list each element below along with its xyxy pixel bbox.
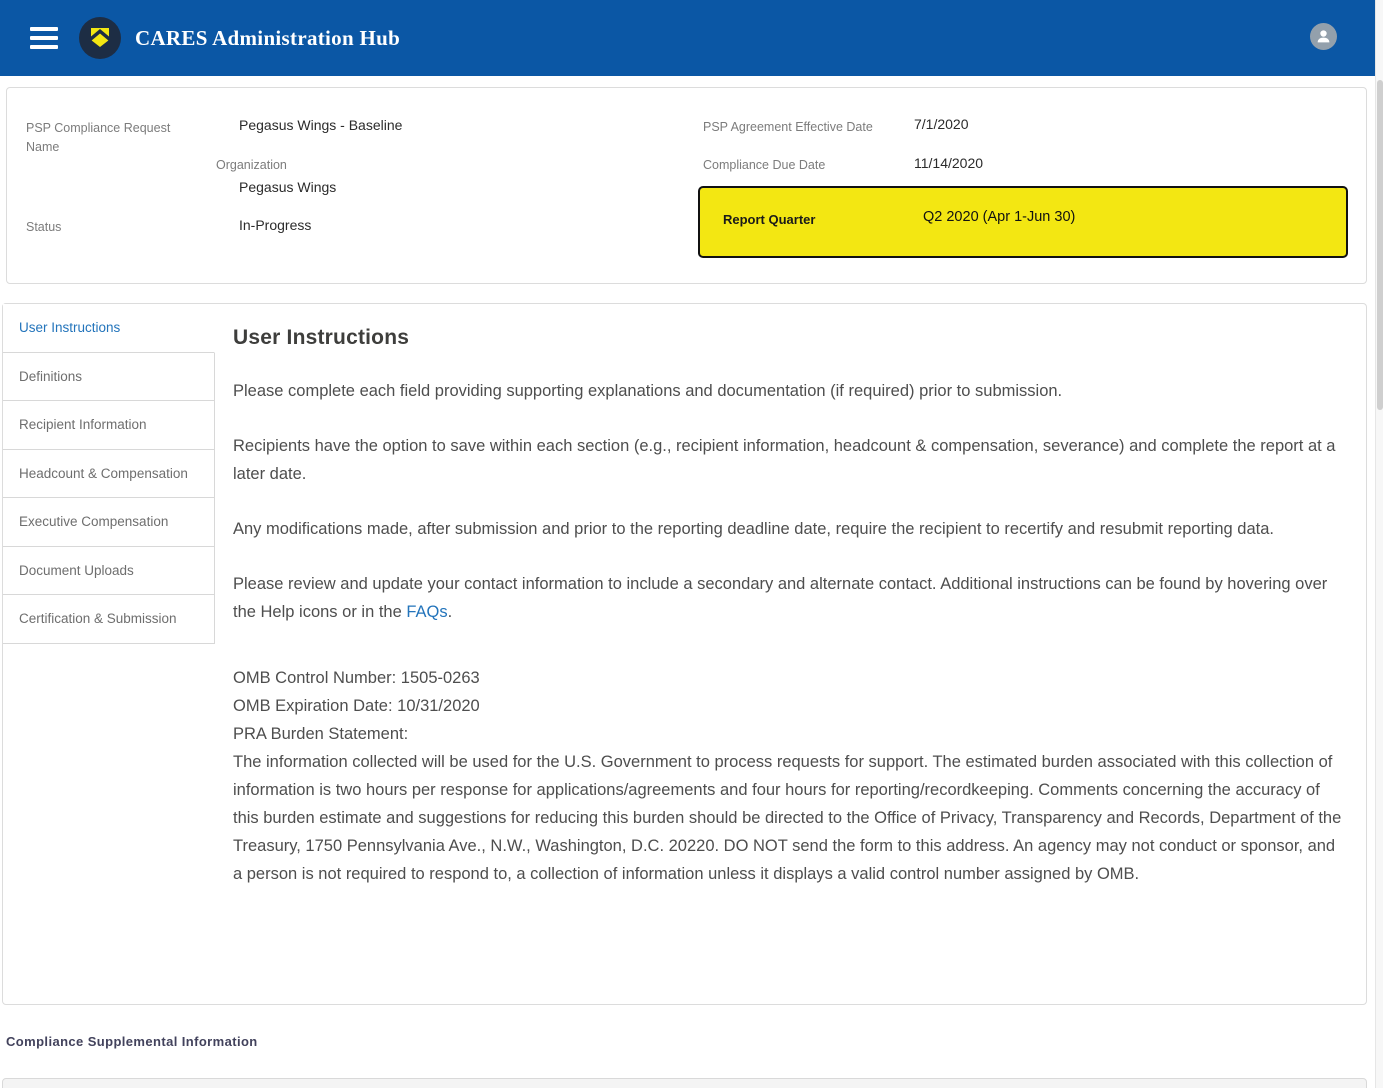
request-name-value: Pegasus Wings - Baseline [239,115,402,135]
request-name-label: PSP Compliance Request Name [26,119,186,157]
app-header: CARES Administration Hub [0,0,1383,76]
user-instructions-content: User Instructions Please complete each f… [215,304,1366,1004]
vertical-scrollbar[interactable] [1375,0,1383,1088]
contact-text-pre: Please review and update your contact in… [233,575,1327,621]
pra-burden-statement-label: PRA Burden Statement: [233,720,1348,748]
report-quarter-highlight: Report Quarter Q2 2020 (Apr 1-Jun 30) [698,186,1348,258]
compliance-supplemental-information-label: Compliance Supplemental Information [6,1034,258,1049]
organization-value: Pegasus Wings [239,177,336,197]
effective-date-label: PSP Agreement Effective Date [703,118,873,137]
app-title: CARES Administration Hub [135,26,400,51]
tab-recipient-information[interactable]: Recipient Information [3,401,215,450]
faqs-link[interactable]: FAQs [406,603,447,621]
compliance-supplemental-panel [2,1078,1367,1088]
omb-control-number: OMB Control Number: 1505-0263 [233,664,1348,692]
tab-certification-submission[interactable]: Certification & Submission [3,595,215,644]
user-avatar-icon[interactable] [1310,23,1337,50]
instructions-paragraph: Please complete each field providing sup… [233,377,1348,405]
status-label: Status [26,218,61,237]
report-quarter-value: Q2 2020 (Apr 1-Jun 30) [923,209,1075,225]
section-nav: User Instructions Definitions Recipient … [3,304,215,1004]
page-title: User Instructions [233,326,1348,350]
effective-date-value: 7/1/2020 [914,114,969,134]
scrollbar-thumb[interactable] [1377,80,1383,410]
hamburger-menu-icon[interactable] [30,27,58,49]
tab-document-uploads[interactable]: Document Uploads [3,547,215,596]
report-quarter-label: Report Quarter [723,212,815,227]
contact-text-post: . [448,603,453,621]
instructions-paragraph: Recipients have the option to save withi… [233,432,1348,488]
omb-block: OMB Control Number: 1505-0263 OMB Expira… [233,664,1348,888]
pra-burden-statement-text: The information collected will be used f… [233,748,1348,888]
tab-user-instructions[interactable]: User Instructions [3,304,215,353]
omb-expiration-date: OMB Expiration Date: 10/31/2020 [233,692,1348,720]
app-logo-icon [78,16,122,60]
report-sections-panel: User Instructions Definitions Recipient … [2,303,1367,1005]
due-date-label: Compliance Due Date [703,156,825,175]
due-date-value: 11/14/2020 [914,153,983,173]
compliance-summary-panel: PSP Compliance Request Name Pegasus Wing… [6,87,1367,284]
instructions-paragraph: Please review and update your contact in… [233,570,1348,626]
status-value: In-Progress [239,215,311,235]
instructions-paragraph: Any modifications made, after submission… [233,515,1348,543]
tab-executive-compensation[interactable]: Executive Compensation [3,498,215,547]
tab-definitions[interactable]: Definitions [3,353,215,402]
tab-headcount-compensation[interactable]: Headcount & Compensation [3,450,215,499]
organization-label: Organization [216,156,287,175]
